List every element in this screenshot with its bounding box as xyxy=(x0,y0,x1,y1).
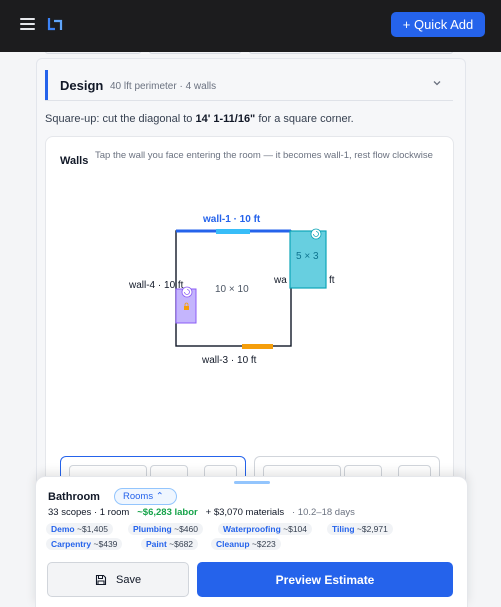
wall-2-label-suffix[interactable]: ft xyxy=(329,275,335,286)
door-marker[interactable] xyxy=(242,344,273,349)
trade-chip[interactable]: Waterproofing ~$104 xyxy=(218,523,313,535)
trade-chip[interactable]: Paint ~$682 xyxy=(141,538,199,550)
quick-add-button[interactable]: + Quick Add xyxy=(391,12,485,37)
square-up-value: 14' 1-11/16" xyxy=(195,113,256,125)
wall-1-marker[interactable] xyxy=(216,229,250,234)
design-header[interactable]: Design 40 lft perimeter · 4 walls xyxy=(45,70,453,101)
walls-hint: Tap the wall you face entering the room … xyxy=(95,150,433,161)
wall-1-label[interactable]: wall-1 · 10 ft xyxy=(203,214,260,225)
estimate-sheet: Bathroom Rooms ⌃ 33 scopes · 1 room ~$6,… xyxy=(35,476,468,607)
scopes-count: 33 scopes · 1 room xyxy=(48,507,130,518)
square-up-note: Square-up: cut the diagonal to 14' 1-11/… xyxy=(45,113,354,125)
square-up-suffix: for a square corner. xyxy=(258,113,354,125)
room-dimensions: 10 × 10 xyxy=(215,284,249,295)
drag-handle[interactable] xyxy=(234,481,270,484)
wall-4-label[interactable]: wall-4 · 10 ft xyxy=(129,280,183,291)
trade-chip[interactable]: Tiling ~$2,971 xyxy=(327,523,393,535)
square-up-prefix: Square-up: cut the diagonal to xyxy=(45,113,193,125)
chevron-down-icon[interactable] xyxy=(431,77,443,89)
collapsed-tabs xyxy=(45,52,453,56)
rotate-icon[interactable] xyxy=(181,286,193,298)
rooms-toggle[interactable]: Rooms ⌃ xyxy=(114,488,177,505)
top-bar: + Quick Add xyxy=(0,0,501,52)
section-title: Design xyxy=(60,78,104,93)
divider xyxy=(45,100,453,101)
trade-chip[interactable]: Demo ~$1,405 xyxy=(46,523,113,535)
floppy-disk-icon xyxy=(95,574,107,586)
save-label: Save xyxy=(116,574,142,586)
rotate-icon[interactable] xyxy=(310,228,322,240)
preview-estimate-button[interactable]: Preview Estimate xyxy=(197,562,453,597)
trade-chips-row-2: Carpentry ~$439 Paint ~$682 Cleanup ~$22… xyxy=(46,538,466,550)
wall-3-label[interactable]: wall-3 · 10 ft xyxy=(202,355,256,366)
materials-total: + $3,070 materials xyxy=(205,507,285,518)
trade-chip[interactable]: Carpentry ~$439 xyxy=(46,538,123,550)
room-name: Bathroom xyxy=(48,491,100,503)
wall-2-label-prefix[interactable]: wa xyxy=(274,275,287,286)
shower-dimensions: 5 × 3 xyxy=(296,251,319,262)
trade-chip[interactable]: Cleanup ~$223 xyxy=(211,538,281,550)
estimate-summary: 33 scopes · 1 room ~$6,283 labor + $3,07… xyxy=(48,507,355,518)
trade-chip[interactable]: Plumbing ~$460 xyxy=(128,523,203,535)
walls-title: Walls xyxy=(60,155,89,167)
save-button[interactable]: Save xyxy=(47,562,189,597)
labor-total: ~$6,283 labor xyxy=(137,507,198,518)
app-logo-icon[interactable] xyxy=(47,16,63,32)
hamburger-menu-icon[interactable] xyxy=(20,17,35,31)
trade-chips-row-1: Demo ~$1,405 Plumbing ~$460 Waterproofin… xyxy=(46,523,466,535)
room-diagram: wall-1 · 10 ft wall-4 · 10 ft wa ft wall… xyxy=(46,197,455,372)
duration: · 10.2–18 days xyxy=(292,507,355,518)
design-meta: 40 lft perimeter · 4 walls xyxy=(110,81,217,92)
